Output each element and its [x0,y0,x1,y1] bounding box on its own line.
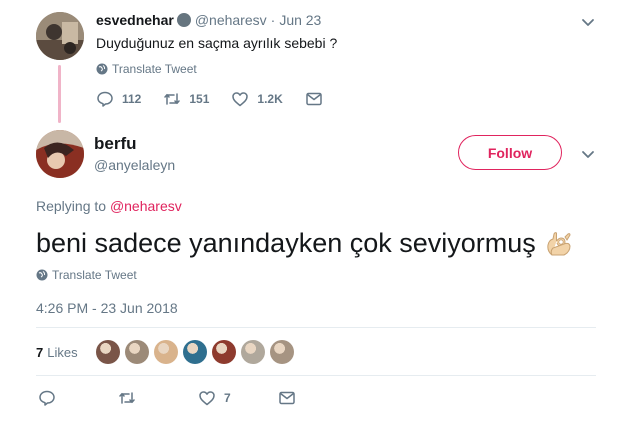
parent-avatar[interactable] [36,12,84,60]
heart-icon [232,92,249,107]
globe-icon [96,63,108,75]
parent-tweet[interactable]: esvednehar @neharesv · Jun 23 Duyduğunuz… [0,0,634,123]
liker-avatar[interactable] [211,340,236,364]
likes-count[interactable]: 7 [36,345,43,360]
main-handle[interactable]: @anyelaleyn [94,157,175,173]
reply-icon [39,390,55,406]
tweet-timestamp[interactable]: 4:26 PM - 23 Jun 2018 [36,300,178,316]
main-like-button[interactable]: 7 [198,389,278,407]
parent-tweet-text: Duyduğunuz en saçma ayrılık sebebi ? [96,35,338,51]
main-display-name[interactable]: berfu [94,134,137,154]
likes-row: 7 Likes [36,337,299,367]
reply-icon [97,91,113,107]
ok-hand-emoji-icon [547,231,571,255]
parent-tweet-actions: 112 151 1.2K [96,90,353,108]
replying-to-handle-link[interactable]: @neharesv [110,198,182,214]
separator-dot: · [270,12,276,28]
main-reply-button[interactable] [38,389,118,407]
liker-avatar[interactable] [95,340,120,364]
verified-badge-icon [176,13,191,27]
chevron-down-icon[interactable] [580,14,596,30]
retweet-icon [119,392,135,404]
main-tweet-actions: 7 [38,389,358,407]
parent-like-count: 1.2K [257,92,283,106]
heart-icon [199,391,215,406]
divider [36,327,596,328]
liker-avatars [95,340,299,364]
main-avatar-image [36,130,84,178]
replying-to-label: Replying to [36,198,107,214]
message-icon [306,92,322,106]
parent-reply-count: 112 [122,92,142,106]
liker-avatar[interactable] [240,340,265,364]
globe-icon [36,269,48,281]
follow-button[interactable]: Follow [458,135,562,170]
parent-retweet-count: 151 [189,92,210,106]
chevron-down-icon[interactable] [580,146,596,162]
main-avatar[interactable] [36,130,84,178]
liker-avatar[interactable] [124,340,149,364]
parent-message-button[interactable] [305,90,331,108]
divider [36,375,596,376]
message-icon [279,391,295,405]
liker-avatar[interactable] [153,340,178,364]
main-translate-label: Translate Tweet [52,268,137,282]
main-tweet-text-row: beni sadece yanındayken çok seviyormuş [36,228,574,259]
parent-date[interactable]: Jun 23 [279,12,321,28]
parent-handle[interactable]: @neharesv [195,12,267,28]
liker-avatar[interactable] [182,340,207,364]
main-retweet-button[interactable] [118,389,198,407]
parent-retweet-button[interactable]: 151 [163,90,209,108]
parent-reply-button[interactable]: 112 [96,90,141,108]
parent-tweet-header: esvednehar @neharesv · Jun 23 [96,12,321,28]
thread-connector [58,65,61,123]
parent-avatar-image [36,12,84,60]
main-like-count: 7 [224,391,231,405]
parent-translate-link[interactable]: Translate Tweet [96,62,197,76]
main-message-button[interactable] [278,389,358,407]
parent-like-button[interactable]: 1.2K [231,90,283,108]
parent-translate-label: Translate Tweet [112,62,197,76]
liker-avatar[interactable] [269,340,294,364]
main-translate-link[interactable]: Translate Tweet [36,268,137,282]
replying-to: Replying to @neharesv [36,198,182,214]
likes-label[interactable]: Likes [47,345,77,360]
retweet-icon [164,93,181,105]
parent-display-name[interactable]: esvednehar [96,12,174,28]
main-tweet-text: beni sadece yanındayken çok seviyormuş [36,228,536,258]
